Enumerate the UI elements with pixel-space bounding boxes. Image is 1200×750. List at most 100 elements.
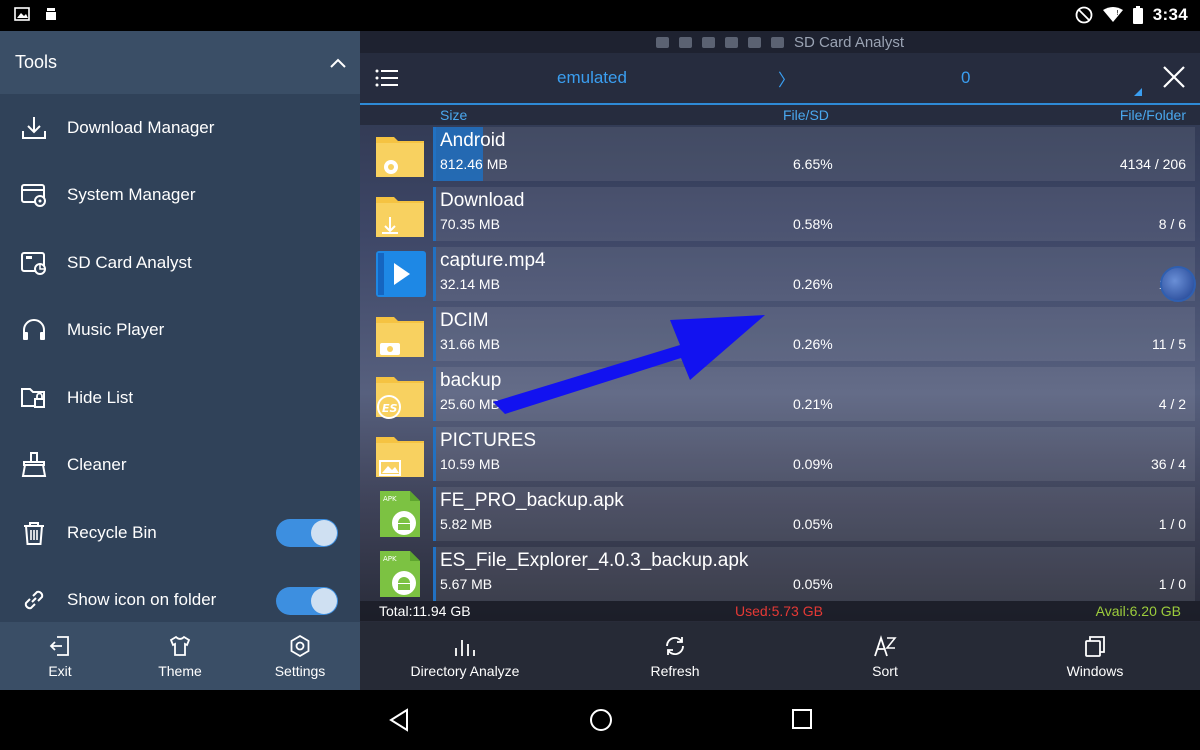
file-percent: 0.09%: [793, 456, 833, 472]
file-percent: 0.05%: [793, 516, 833, 532]
breadcrumb-0[interactable]: 0: [961, 68, 970, 88]
folder-image-icon: [374, 429, 428, 479]
list-menu-icon: [375, 69, 398, 87]
panel-title-bar: SD Card Analyst: [360, 31, 1200, 53]
total-storage: Total:11.94 GB: [379, 603, 471, 619]
file-folder-count: 1 / 0: [1158, 516, 1186, 532]
file-row[interactable]: capture.mp432.14 MB0.26%1 / 0: [360, 245, 1200, 301]
svg-text:!: !: [1116, 9, 1119, 17]
drawer-item-label: System Manager: [67, 185, 196, 205]
drawer-item-recycle-bin[interactable]: Recycle Bin: [0, 499, 360, 567]
row-bar: [433, 127, 1195, 181]
usage-fill: [433, 247, 436, 301]
drawer-item-download-manager[interactable]: Download Manager: [0, 94, 360, 162]
tools-header[interactable]: Tools: [0, 31, 360, 94]
directory-analyze-button[interactable]: Directory Analyze: [360, 622, 570, 690]
drawer-item-cleaner[interactable]: Cleaner: [0, 432, 360, 500]
window-icon[interactable]: [724, 36, 738, 48]
file-percent: 0.58%: [793, 216, 833, 232]
file-row[interactable]: APK FE_PRO_backup.apk 5.82 MB 0.05% 1 / 0: [360, 485, 1200, 541]
floating-widget[interactable]: [1160, 266, 1196, 302]
breadcrumb-emulated[interactable]: emulated: [557, 68, 627, 88]
file-name: DCIM: [440, 310, 489, 331]
refresh-button[interactable]: Refresh: [570, 622, 780, 690]
column-file-folder[interactable]: File/Folder: [1120, 107, 1186, 123]
close-button[interactable]: [1162, 65, 1186, 94]
available-storage: Avail:6.20 GB: [1095, 603, 1181, 619]
sort-az-icon: [874, 634, 897, 656]
windows-button[interactable]: Windows: [990, 622, 1200, 690]
used-storage: Used:5.73 GB: [735, 603, 823, 619]
bar-chart-icon: [455, 639, 475, 656]
window-icon[interactable]: [770, 36, 784, 48]
file-row[interactable]: PICTURES 10.59 MB 0.09% 36 / 4: [360, 425, 1200, 481]
video-icon: [374, 249, 428, 299]
window-icon[interactable]: [747, 36, 761, 48]
window-icon[interactable]: [678, 36, 692, 48]
drawer-item-label: SD Card Analyst: [67, 252, 192, 272]
file-row[interactable]: APK ES_File_Explorer_4.0.3_backup.apk 5.67…: [360, 545, 1200, 601]
folder-download-icon: [374, 189, 428, 239]
file-size: 10.59 MB: [440, 456, 500, 472]
battery-icon: [1132, 6, 1143, 24]
storage-totals: Total:11.94 GB Used:5.73 GB Avail:6.20 G…: [360, 601, 1200, 621]
file-folder-count: 4134 / 206: [1119, 156, 1186, 172]
shirt-icon: [169, 635, 191, 656]
file-row[interactable]: Download 70.35 MB 0.58% 8 / 6: [360, 185, 1200, 241]
file-name: capture.mp4: [440, 250, 546, 271]
drawer-item-music-player[interactable]: Music Player: [0, 297, 360, 365]
home-window-icon[interactable]: [655, 36, 669, 48]
column-size[interactable]: Size: [440, 107, 467, 123]
sort-button[interactable]: Sort: [780, 622, 990, 690]
file-size: 70.35 MB: [440, 216, 500, 232]
exit-button[interactable]: Exit: [0, 622, 120, 690]
do-not-disturb-icon: [1075, 6, 1093, 24]
drawer-item-label: Show icon on folder: [67, 590, 217, 610]
menu-button[interactable]: [360, 68, 414, 88]
usage-fill: [433, 307, 436, 361]
apk-icon: APK: [374, 489, 428, 539]
column-file-sd[interactable]: File/SD: [783, 107, 829, 123]
file-folder-count: 36 / 4: [1150, 456, 1186, 472]
file-size: 32.14 MB: [440, 276, 500, 292]
file-row[interactable]: Android 812.46 MB 6.65% 4134 / 206: [360, 125, 1200, 181]
dropdown-corner-icon[interactable]: [1134, 88, 1142, 96]
clock: 3:34: [1152, 5, 1188, 24]
sd-card-analyst-icon: [20, 249, 48, 277]
settings-button[interactable]: Settings: [240, 622, 360, 690]
back-button[interactable]: [388, 708, 410, 737]
file-percent: 0.26%: [793, 336, 833, 352]
drawer-item-sd-card-analyst[interactable]: SD Card Analyst: [0, 229, 360, 297]
file-folder-count: 11 / 5: [1152, 336, 1186, 352]
svg-text:APK: APK: [383, 555, 397, 563]
show-icon-toggle[interactable]: [276, 586, 338, 615]
broom-icon: [20, 451, 48, 479]
drawer-item-system-manager[interactable]: System Manager: [0, 162, 360, 230]
theme-button[interactable]: Theme: [120, 622, 240, 690]
exit-icon: [49, 635, 69, 656]
drawer-item-label: Download Manager: [67, 117, 215, 137]
window-icon[interactable]: [701, 36, 715, 48]
wifi-icon: !: [1102, 7, 1123, 22]
blue-arrow-annotation: [493, 315, 765, 414]
file-percent: 0.26%: [793, 276, 833, 292]
windows-icon: [1085, 635, 1105, 657]
chevron-up-icon[interactable]: [330, 58, 346, 68]
sort-label: Sort: [872, 662, 898, 679]
drawer-item-label: Music Player: [67, 320, 165, 340]
panel-bottom-bar: Directory Analyze Refresh Sort Windows: [360, 622, 1200, 690]
usage-fill: [433, 547, 436, 601]
status-bar: ! 3:34: [0, 0, 1200, 31]
breadcrumb-separator: 〉: [778, 70, 795, 90]
refresh-label: Refresh: [650, 662, 700, 679]
toggle-knob: [311, 587, 337, 614]
file-percent: 6.65%: [793, 156, 833, 172]
drawer-item-hide-list[interactable]: Hide List: [0, 364, 360, 432]
home-button[interactable]: [589, 708, 613, 737]
folder-gear-icon: [374, 129, 428, 179]
recents-button[interactable]: [791, 708, 813, 735]
trash-icon: [20, 519, 48, 547]
file-name: PICTURES: [440, 430, 537, 451]
file-name: Android: [440, 130, 506, 151]
recycle-bin-toggle[interactable]: [276, 519, 338, 547]
